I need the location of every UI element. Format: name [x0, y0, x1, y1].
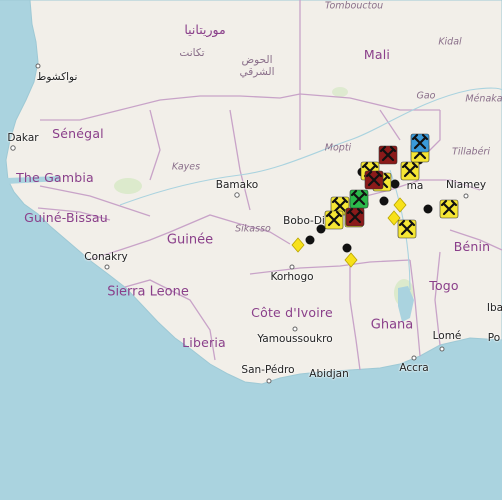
city-dot-accra: [411, 355, 417, 361]
mine-yellow-marker[interactable]: [439, 199, 459, 219]
label-ghana: Ghana: [370, 317, 414, 333]
label-kayes: Kayes: [171, 161, 201, 173]
city-dot-dakar: [10, 145, 16, 151]
label-dakar: Dakar: [7, 131, 39, 144]
city-dot-niamey: [463, 193, 469, 199]
label-iba-fragment: Iba: [486, 301, 502, 314]
mine-yellow-marker[interactable]: [397, 219, 417, 239]
city-dot-nouakchott: [35, 63, 41, 69]
site-dot: [423, 204, 433, 214]
city-dot-yamoussoukro: [292, 326, 298, 332]
mine-red-marker[interactable]: [378, 145, 398, 165]
site-diamond: [393, 197, 407, 213]
city-dot-san-pedro: [266, 378, 272, 384]
city-dot-bamako: [234, 192, 240, 198]
label-yamoussoukro: Yamoussoukro: [257, 332, 333, 345]
label-mopti: Mopti: [324, 142, 352, 154]
label-nouakchott: نواكشوط: [36, 70, 78, 83]
label-lome: Lomé: [432, 329, 462, 342]
label-mauritania: موريتانيا: [184, 21, 226, 37]
city-dot-korhogo: [289, 264, 295, 270]
mine-yellow-marker[interactable]: [400, 161, 420, 181]
label-tagant: تكانت: [179, 46, 205, 59]
site-dot: [390, 179, 400, 189]
label-bobo: Bobo-Di: [283, 214, 325, 227]
map-canvas[interactable]: موريتانيا تكانت الحوض الشرقي نواكشوط Mal…: [0, 0, 502, 500]
city-dot-conakry: [104, 264, 110, 270]
label-gao: Gao: [416, 90, 436, 102]
label-san-pedro: San-Pédro: [241, 363, 295, 376]
label-guinee: Guinée: [166, 232, 214, 248]
label-bamako: Bamako: [215, 178, 259, 191]
label-menaka: Ménaka: [465, 93, 502, 105]
city-dot-lome: [439, 346, 445, 352]
site-dot: [305, 235, 315, 245]
label-benin: Bénin: [453, 238, 491, 254]
label-ouaga-fragment: ma: [406, 179, 424, 192]
label-sierra-leone: Sierra Leone: [107, 284, 189, 300]
label-guinea-bissau: Guiné-Bissau: [24, 209, 108, 225]
mine-green-marker[interactable]: [349, 189, 369, 209]
label-kidal: Kidal: [438, 36, 462, 48]
site-dot: [379, 196, 389, 206]
label-abidjan: Abidjan: [309, 367, 349, 380]
label-liberia: Liberia: [182, 334, 226, 350]
site-dot: [342, 243, 352, 253]
mine-red-marker[interactable]: [345, 207, 365, 227]
label-the-gambia: The Gambia: [16, 169, 94, 185]
mine-red-marker[interactable]: [364, 170, 384, 190]
label-hodh-2: الشرقي: [239, 65, 275, 78]
label-togo: Togo: [429, 277, 459, 293]
mine-yellow-marker[interactable]: [324, 210, 344, 230]
label-cote-divoire: Côte d'Ivoire: [251, 304, 333, 320]
label-niamey: Niamey: [445, 178, 487, 191]
label-senegal: Sénégal: [52, 125, 104, 141]
label-korhogo: Korhogo: [270, 270, 314, 283]
label-po-fragment: Po: [487, 331, 501, 344]
site-diamond: [344, 252, 358, 268]
mine-blue-marker[interactable]: [410, 133, 430, 153]
label-conakry: Conakry: [84, 250, 128, 263]
site-diamond: [291, 237, 305, 253]
label-tombouctou: Tombouctou: [324, 0, 384, 12]
label-accra: Accra: [399, 361, 429, 374]
label-mali: Mali: [363, 46, 391, 62]
label-hodh-1: الحوض: [241, 53, 273, 66]
label-tillaberi: Tillabéri: [452, 146, 490, 158]
label-sikasso: Sikasso: [235, 223, 271, 235]
